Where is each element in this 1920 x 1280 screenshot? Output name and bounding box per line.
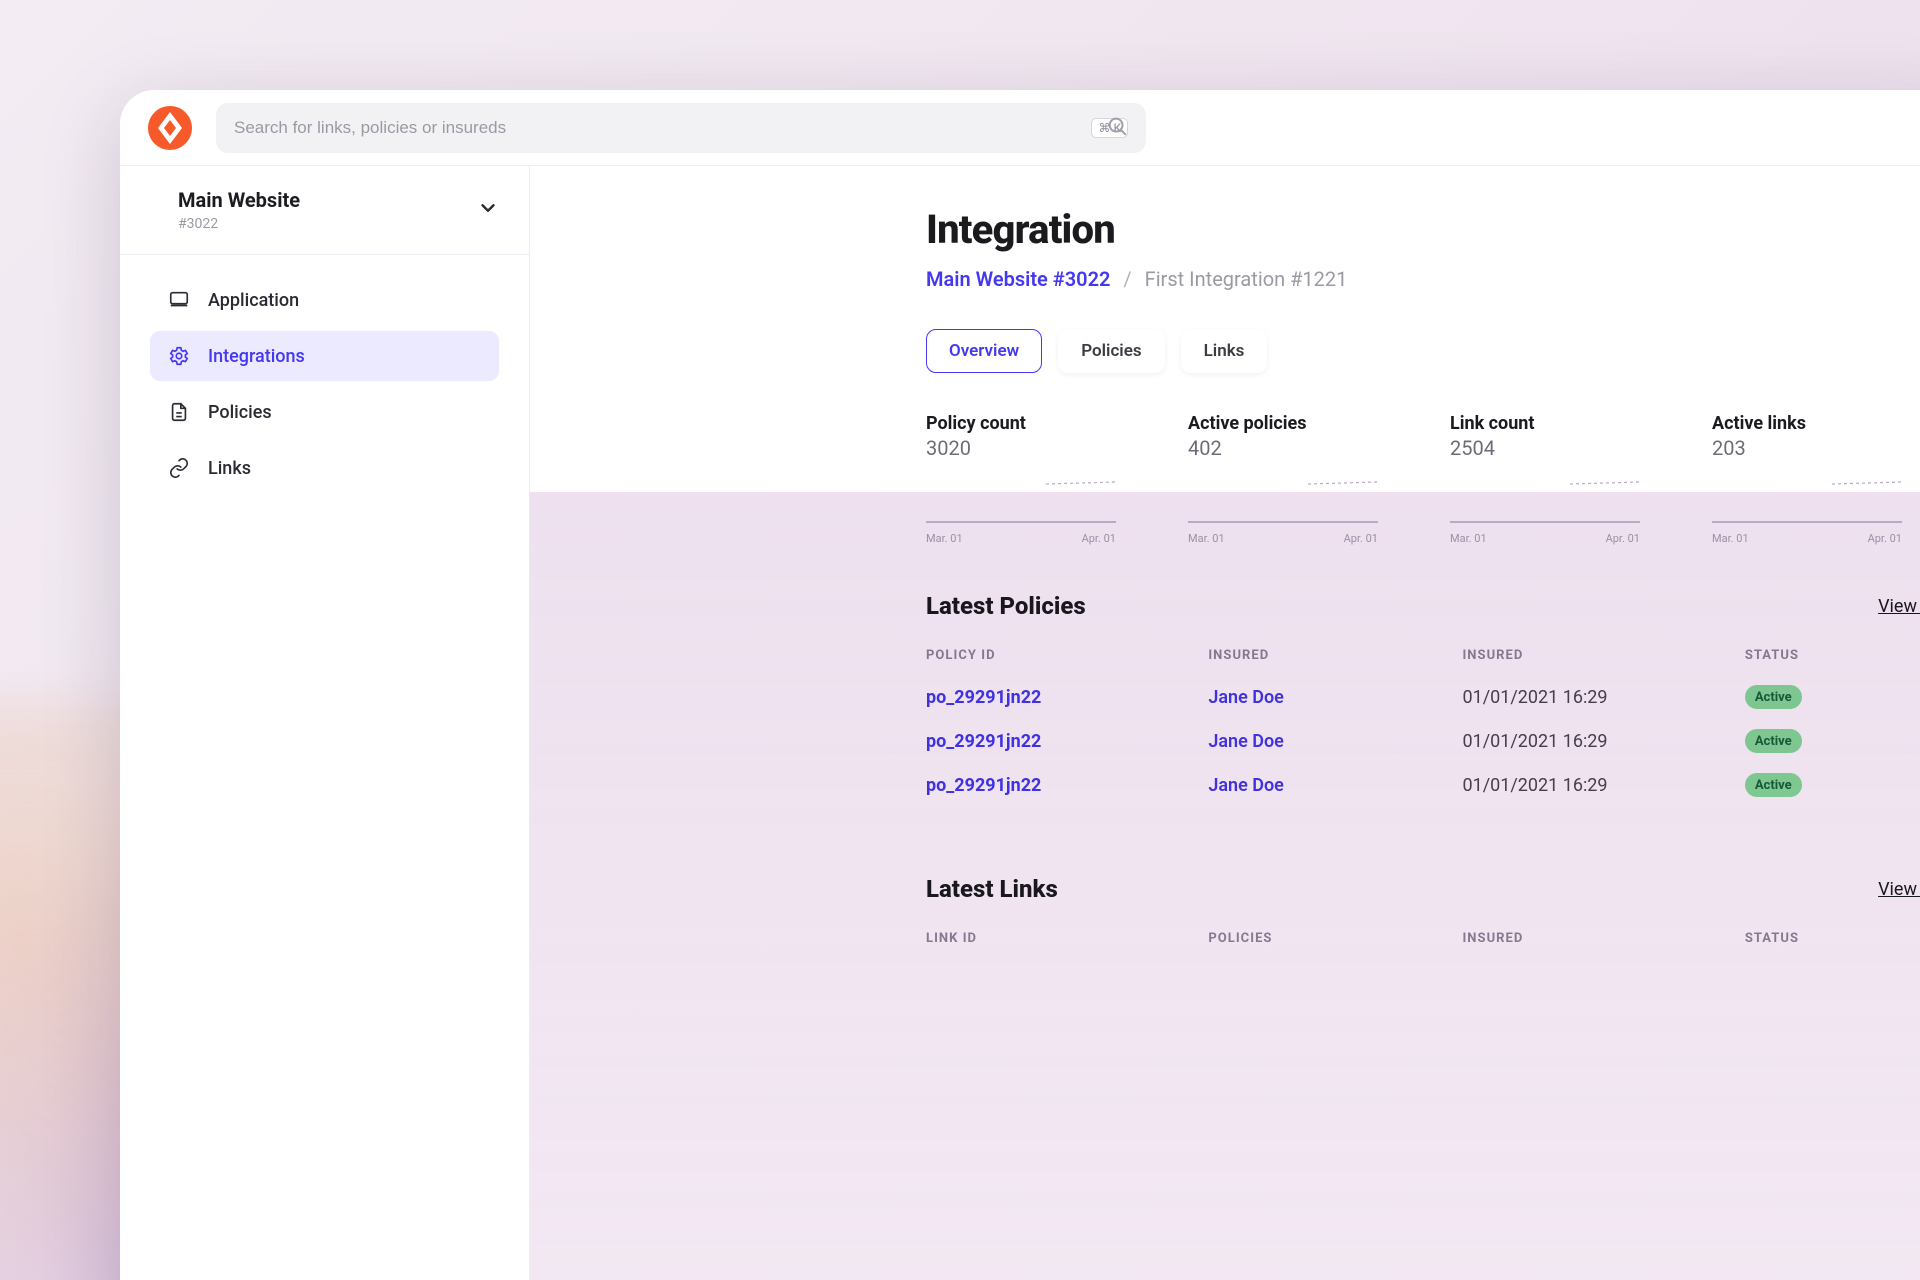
sparkline-chart: Mar. 01 Apr. 01 [1712, 474, 1902, 524]
sparkline-chart: Mar. 01 Apr. 01 [1450, 474, 1640, 524]
policy-id[interactable]: po_29291jn22 [926, 687, 1208, 708]
policies-table: POLICY ID INSURED INSURED STATUS po_2929… [926, 648, 1886, 807]
insured[interactable]: Jane Doe [1208, 775, 1462, 796]
policy-id[interactable]: po_29291jn22 [926, 731, 1208, 752]
sparkline-chart: Mar. 01 Apr. 01 [1188, 474, 1378, 524]
table-head: POLICY ID INSURED INSURED STATUS [926, 648, 1886, 675]
sidebar-nav: Application Integrations [120, 255, 529, 513]
col-status: STATUS [1745, 648, 1886, 663]
stat-label: Link count [1450, 413, 1640, 434]
tab-overview[interactable]: Overview [926, 329, 1042, 373]
stat-policy-count: Policy count 3020 Mar. 01 A [926, 413, 1116, 524]
stat-value: 2504 [1450, 436, 1640, 460]
latest-links-section: Latest Links View all LINK ID POLICIES I… [926, 875, 1920, 958]
stat-active-policies: Active policies 402 Mar. 01 [1188, 413, 1378, 524]
brand-logo[interactable] [148, 106, 192, 150]
app-window: ⌘ K Main Website #3022 [120, 90, 1920, 1280]
tab-policies[interactable]: Policies [1058, 329, 1164, 373]
status-badge: Active [1745, 773, 1802, 797]
stats-row: Policy count 3020 Mar. 01 A [926, 413, 1920, 524]
stat-label: Active links [1712, 413, 1902, 434]
sidebar-item-integrations[interactable]: Integrations [150, 331, 499, 381]
breadcrumb-child: First Integration #1221 [1145, 267, 1348, 291]
stat-active-links: Active links 203 Mar. 01 Ap [1712, 413, 1902, 524]
datetime: 01/01/2021 16:29 [1462, 775, 1744, 796]
breadcrumb-sep: / [1123, 267, 1131, 291]
gear-icon [168, 345, 190, 367]
view-all-link[interactable]: View all [1878, 879, 1920, 900]
spark-x1: Apr. 01 [1344, 532, 1378, 545]
page-title: Integration [926, 206, 1920, 253]
spark-x1: Apr. 01 [1606, 532, 1640, 545]
sidebar-item-label: Policies [208, 402, 272, 423]
search-icon[interactable] [1106, 115, 1128, 141]
sidebar-item-label: Links [208, 458, 251, 479]
tab-links[interactable]: Links [1181, 329, 1268, 373]
topbar: ⌘ K [120, 90, 1920, 166]
stat-value: 203 [1712, 436, 1902, 460]
sidebar-item-policies[interactable]: Policies [150, 387, 499, 437]
spark-x0: Mar. 01 [1188, 532, 1225, 545]
sidebar-item-application[interactable]: Application [150, 275, 499, 325]
stat-link-count: Link count 2504 Mar. 01 Apr [1450, 413, 1640, 524]
insured[interactable]: Jane Doe [1208, 687, 1462, 708]
col-policy-id: POLICY ID [926, 648, 1208, 663]
breadcrumb-parent[interactable]: Main Website #3022 [926, 267, 1110, 291]
datetime: 01/01/2021 16:29 [1462, 731, 1744, 752]
col-datetime: INSURED [1462, 648, 1744, 663]
document-icon [168, 401, 190, 423]
status-badge: Active [1745, 685, 1802, 709]
search-input[interactable] [234, 118, 1083, 138]
global-search[interactable]: ⌘ K [216, 103, 1146, 153]
table-head: LINK ID POLICIES INSURED STATUS [926, 931, 1886, 958]
link-icon [168, 457, 190, 479]
sidebar-item-label: Integrations [208, 346, 305, 367]
stat-label: Active policies [1188, 413, 1378, 434]
col-insured: INSURED [1462, 931, 1744, 946]
workspace-id: #3022 [178, 216, 300, 232]
sidebar-item-label: Application [208, 290, 299, 311]
links-table: LINK ID POLICIES INSURED STATUS [926, 931, 1886, 958]
sidebar: Main Website #3022 [120, 166, 530, 1280]
policy-id[interactable]: po_29291jn22 [926, 775, 1208, 796]
breadcrumb: Main Website #3022 / First Integration #… [926, 267, 1920, 291]
col-status: STATUS [1745, 931, 1886, 946]
monitor-icon [168, 289, 190, 311]
spark-x0: Mar. 01 [1450, 532, 1487, 545]
stat-value: 402 [1188, 436, 1378, 460]
stat-label: Policy count [926, 413, 1116, 434]
col-policies: POLICIES [1208, 931, 1462, 946]
datetime: 01/01/2021 16:29 [1462, 687, 1744, 708]
sidebar-item-links[interactable]: Links [150, 443, 499, 493]
table-row[interactable]: po_29291jn22 Jane Doe 01/01/2021 16:29 A… [926, 763, 1886, 807]
col-link-id: LINK ID [926, 931, 1208, 946]
table-row[interactable]: po_29291jn22 Jane Doe 01/01/2021 16:29 A… [926, 719, 1886, 763]
sparkline-chart: Mar. 01 Apr. 01 [926, 474, 1116, 524]
insured[interactable]: Jane Doe [1208, 731, 1462, 752]
status-badge: Active [1745, 729, 1802, 753]
chevron-down-icon[interactable] [477, 197, 499, 223]
main-content: Integration Main Website #3022 / First I… [530, 166, 1920, 1280]
tab-label: Links [1204, 341, 1245, 361]
spark-x1: Apr. 01 [1868, 532, 1902, 545]
stat-value: 3020 [926, 436, 1116, 460]
spark-x1: Apr. 01 [1082, 532, 1116, 545]
spark-x0: Mar. 01 [1712, 532, 1749, 545]
tab-label: Policies [1081, 341, 1141, 361]
spark-x0: Mar. 01 [926, 532, 963, 545]
col-insured: INSURED [1208, 648, 1462, 663]
tab-label: Overview [949, 341, 1019, 361]
view-all-link[interactable]: View all [1878, 596, 1920, 617]
workspace-switcher[interactable]: Main Website #3022 [120, 166, 529, 255]
workspace-name: Main Website [178, 188, 300, 212]
latest-policies-section: Latest Policies View all POLICY ID INSUR… [926, 592, 1920, 807]
table-row[interactable]: po_29291jn22 Jane Doe 01/01/2021 16:29 A… [926, 675, 1886, 719]
tabbar: Overview Policies Links [926, 329, 1920, 373]
section-title: Latest Links [926, 875, 1058, 903]
section-title: Latest Policies [926, 592, 1086, 620]
